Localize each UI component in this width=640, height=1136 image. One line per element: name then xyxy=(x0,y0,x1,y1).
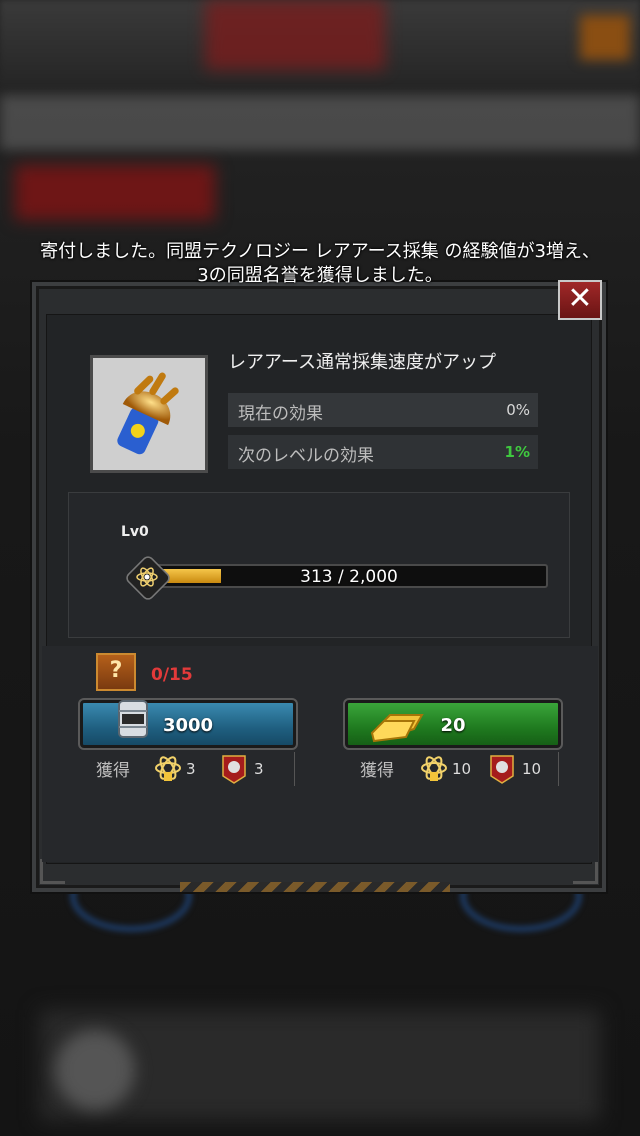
oil-tech-exp-gain: 3 xyxy=(186,760,196,778)
background-orange-block xyxy=(580,15,630,60)
current-effect-row: 現在の効果 0% xyxy=(228,393,538,427)
next-effect-row: 次のレベルの効果 1% xyxy=(228,435,538,469)
notice-line-1: 寄付しました。同盟テクノロジー レアアース採集 の経験値が3増え、 xyxy=(40,241,600,262)
background-red-tab xyxy=(15,165,215,220)
current-effect-label: 現在の効果 xyxy=(238,404,323,424)
background-avatar xyxy=(55,1030,135,1110)
next-effect-label: 次のレベルの効果 xyxy=(238,446,374,466)
alliance-honor-icon xyxy=(490,755,514,784)
gain-label: 獲得 xyxy=(96,761,130,781)
panel-corner xyxy=(40,859,65,884)
gain-label: 獲得 xyxy=(360,761,394,781)
panel-corner xyxy=(573,859,598,884)
background-strip xyxy=(0,95,640,150)
background-red-block xyxy=(205,0,385,70)
oil-honor-gain: 3 xyxy=(254,760,264,778)
donation-notice: 寄付しました。同盟テクノロジー レアアース採集 の経験値が3増え、 3の同盟名誉… xyxy=(0,240,640,288)
tech-exp-icon xyxy=(155,756,181,781)
gold-tech-exp-gain: 10 xyxy=(452,760,472,778)
next-effect-value: 1% xyxy=(504,443,530,461)
drill-bit-icon xyxy=(93,358,205,470)
close-button[interactable]: ✕ xyxy=(558,280,602,320)
atom-icon xyxy=(136,567,158,587)
exp-progress-bar: 313 / 2,000 xyxy=(150,564,548,588)
tech-title: レアアース通常採集速度がアップ xyxy=(228,352,497,373)
donation-count: 0/15 xyxy=(151,665,193,685)
alliance-honor-icon xyxy=(222,755,246,784)
panel-hazard-stripe xyxy=(180,882,450,892)
oil-gain-row: 獲得 3 3 xyxy=(82,752,295,786)
current-effect-value: 0% xyxy=(506,401,530,419)
donate-gold-button[interactable]: 20 xyxy=(343,698,563,750)
notice-line-2: 3の同盟名誉を獲得しました。 xyxy=(197,265,443,286)
exp-progress-text: 313 / 2,000 xyxy=(300,567,398,587)
mystery-box-icon[interactable]: ? xyxy=(96,653,136,691)
donate-oil-button[interactable]: 3000 xyxy=(78,698,298,750)
gold-gain-row: 獲得 10 10 xyxy=(346,752,559,786)
tech-exp-icon xyxy=(421,756,447,781)
close-icon: ✕ xyxy=(567,281,593,316)
gold-cost: 20 xyxy=(440,715,466,736)
level-label: Lv0 xyxy=(121,524,149,540)
oil-cost: 3000 xyxy=(162,715,214,736)
gold-honor-gain: 10 xyxy=(522,760,542,778)
tech-item-frame xyxy=(90,355,208,473)
